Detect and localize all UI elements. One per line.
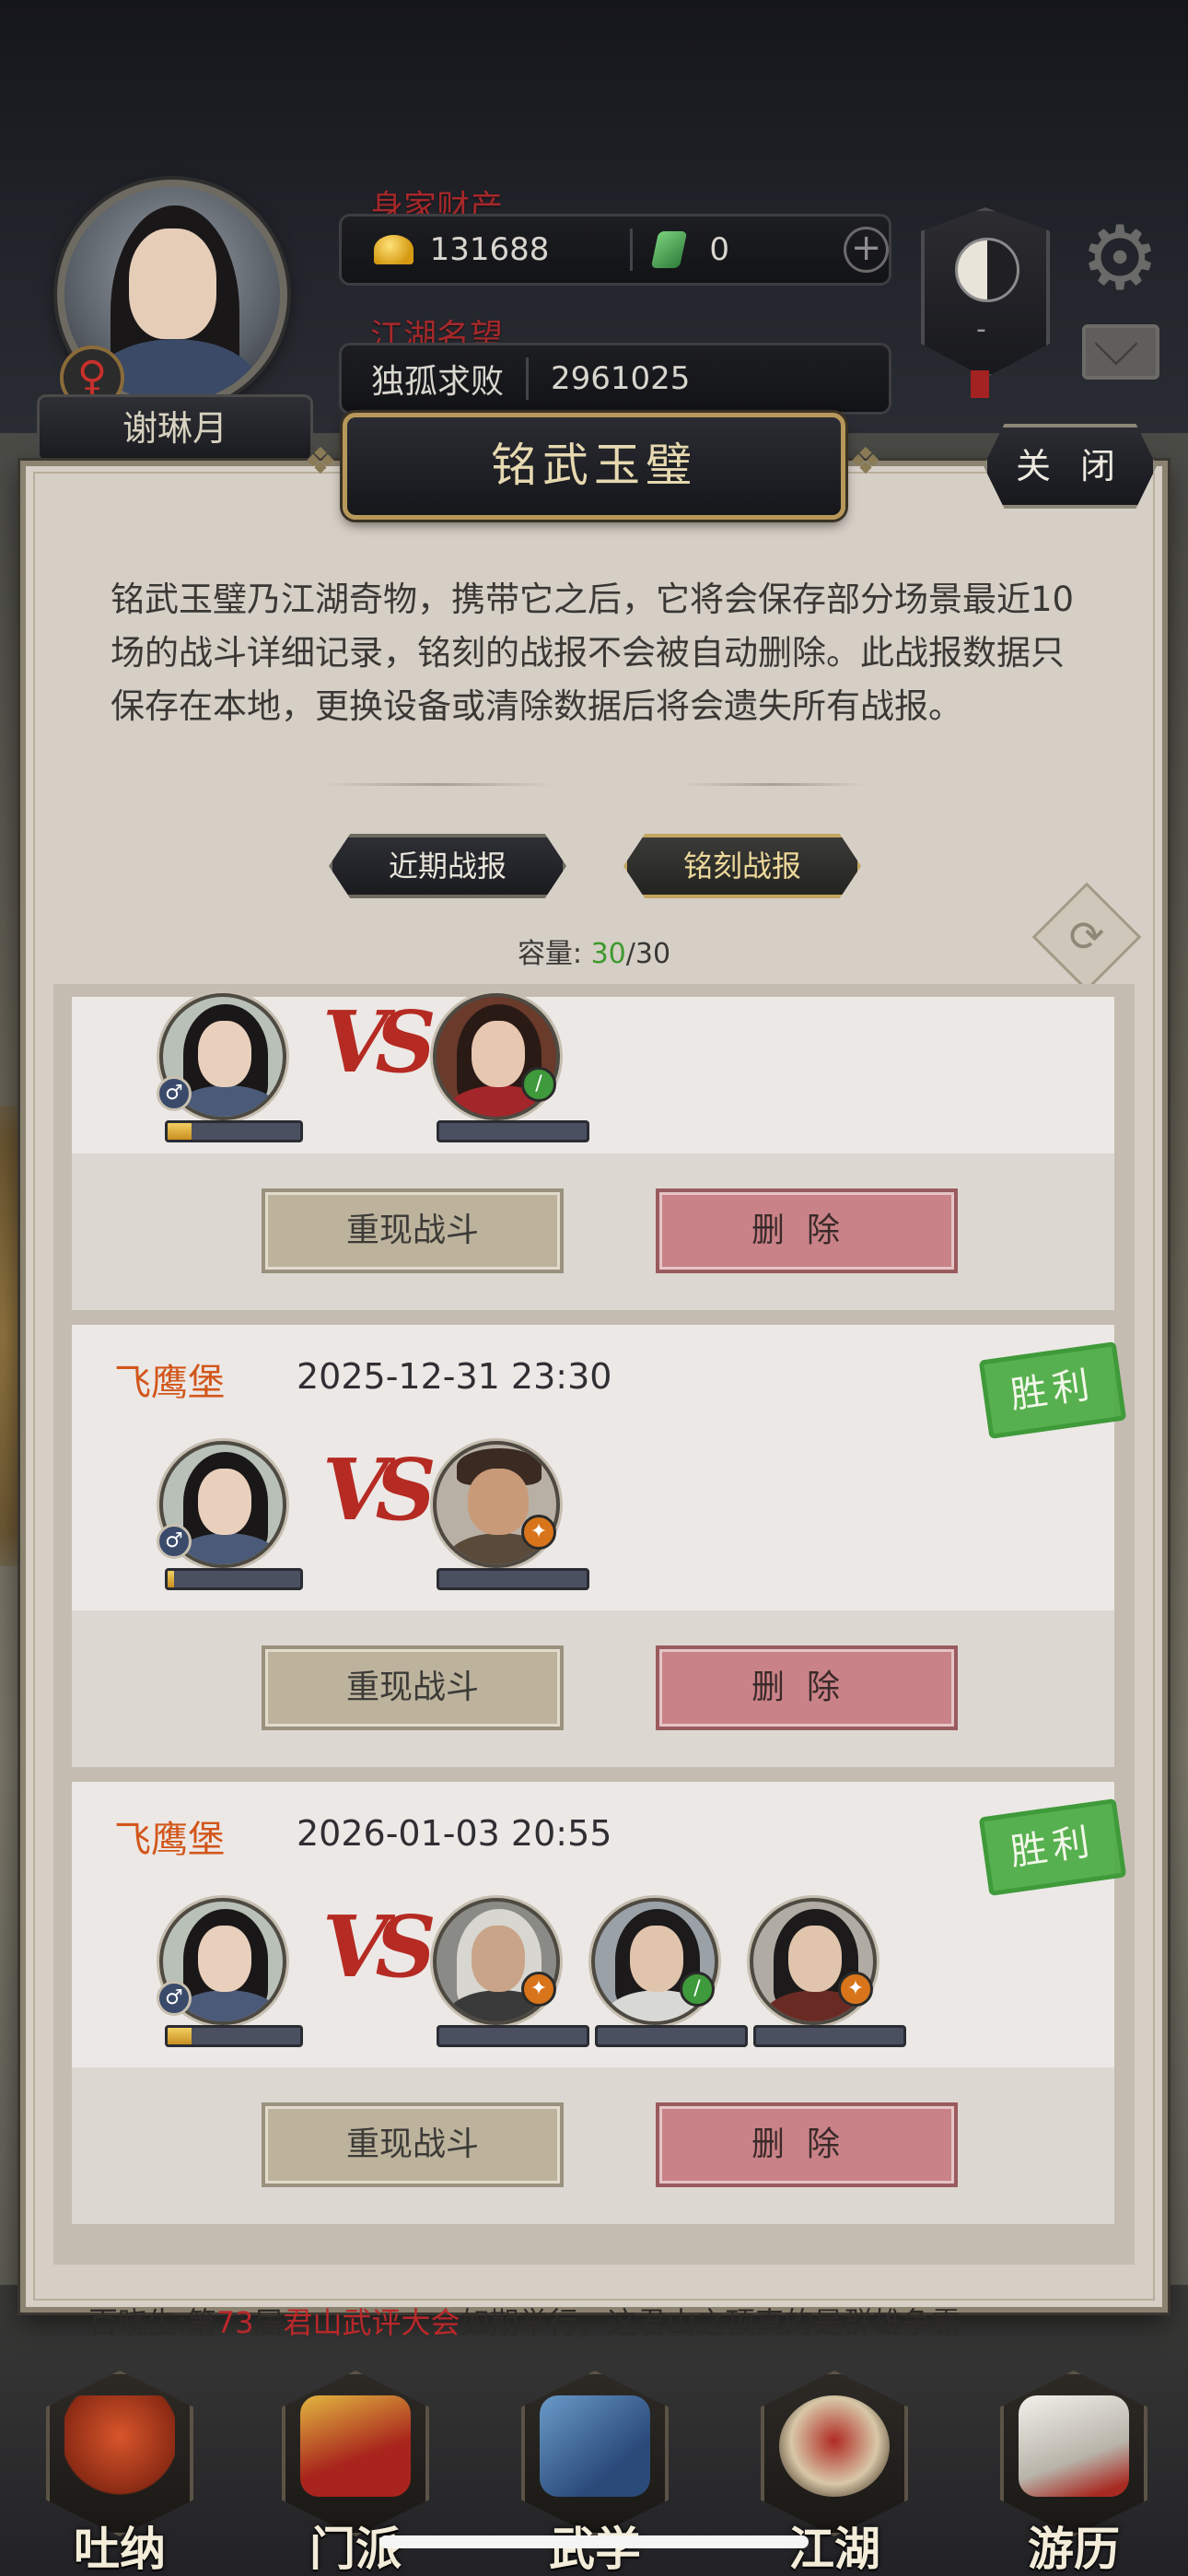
hp-fill xyxy=(168,1123,192,1140)
opponent-hp-bar xyxy=(437,2025,589,2047)
male-icon: ♂ xyxy=(157,1076,192,1111)
record-actions: 重现战斗 删除 xyxy=(72,1610,1114,1767)
record-actions: 重现战斗 删除 xyxy=(72,2067,1114,2224)
hp-fill xyxy=(168,1571,175,1587)
news-ticker: 百晓生:第73届君山武评大会如期举行，这君山之顶真的是群雄争霸 xyxy=(88,2300,1147,2342)
portrait-face xyxy=(630,1926,683,1992)
add-currency-button[interactable]: + xyxy=(844,227,889,273)
record-actions: 重现战斗 删除 xyxy=(72,1153,1114,1310)
sect-rank: - xyxy=(976,313,986,345)
sect-banner-icon xyxy=(300,2395,411,2497)
gold-ingot-icon xyxy=(374,235,413,264)
ticker-suffix: 如期举行，这君山之顶真的是群雄争霸 xyxy=(460,2305,961,2340)
record-header: 飞鹰堡 2026-01-03 20:55 胜利 ♂ VS ✦ / ✦ xyxy=(72,1782,1127,2067)
close-button[interactable]: 关 闭 xyxy=(984,424,1157,509)
portrait-face xyxy=(198,1926,251,1992)
portrait-face xyxy=(472,1021,525,1087)
portrait-face xyxy=(788,1926,842,1992)
player-name: 谢琳月 xyxy=(37,394,313,463)
gear-icon[interactable]: ⚙ xyxy=(1076,214,1164,302)
divider xyxy=(526,357,530,400)
capacity-label: 容量: xyxy=(517,938,583,970)
ticker-number: 73 xyxy=(215,2305,254,2340)
battle-timestamp: 2026-01-03 20:55 xyxy=(297,1813,612,1854)
modal-title: 铭武玉璧 xyxy=(343,413,845,520)
capacity-total: /30 xyxy=(625,938,671,970)
bamboo-hat-icon xyxy=(779,2395,890,2497)
meditation-icon xyxy=(64,2395,175,2497)
opponent-hp-bar xyxy=(753,2025,906,2047)
record-header: 飞鹰堡 2025-12-31 23:30 胜利 ♂ VS ✦ xyxy=(72,1325,1127,1610)
jade-amount: 0 xyxy=(709,231,730,268)
battle-record: ♂ VS / 重现战斗 删除 xyxy=(72,992,1114,1310)
divider-right xyxy=(681,783,866,786)
avatar-face xyxy=(129,228,216,339)
nav-label: 游历 xyxy=(1028,2522,1120,2576)
nav-travel[interactable]: 游历 xyxy=(982,2354,1166,2576)
gold-amount: 131688 xyxy=(429,231,550,268)
scroll-books-icon xyxy=(540,2395,650,2497)
tab-recent-reports[interactable]: 近期战报 xyxy=(329,834,566,898)
battle-record: 飞鹰堡 2026-01-03 20:55 胜利 ♂ VS ✦ / ✦ 重现战斗 … xyxy=(72,1782,1127,2224)
tassel-decoration xyxy=(971,370,989,398)
delete-record-button[interactable]: 删除 xyxy=(656,2102,958,2187)
victory-stamp: 胜利 xyxy=(978,1341,1127,1440)
ticker-mid: 届 xyxy=(253,2305,284,2340)
portrait-face xyxy=(198,1469,251,1535)
refresh-icon: ⟳ xyxy=(1068,911,1105,961)
fame-title: 独孤求败 xyxy=(371,363,505,401)
portrait-face xyxy=(468,1469,529,1535)
capacity-display: 容量: 30/30 xyxy=(488,931,700,971)
sword-badge-icon: / xyxy=(521,1067,556,1102)
nav-meditate[interactable]: 吐纳 xyxy=(28,2354,212,2576)
replay-battle-button[interactable]: 重现战斗 xyxy=(262,1188,564,1273)
ticker-prefix: 百晓生:第 xyxy=(88,2305,216,2340)
replay-battle-button[interactable]: 重现战斗 xyxy=(262,2102,564,2187)
modal-description: 铭武玉璧乃江湖奇物，携带它之后，它将会保存部分场景最近10场的战斗详细记录，铭刻… xyxy=(111,580,1075,726)
male-icon: ♂ xyxy=(157,1981,192,2016)
delete-record-button[interactable]: 删除 xyxy=(656,1188,958,1273)
opponent-hp-bar xyxy=(595,2025,748,2047)
battle-timestamp: 2025-12-31 23:30 xyxy=(297,1356,612,1397)
victory-stamp: 胜利 xyxy=(978,1797,1127,1897)
record-header: ♂ VS / xyxy=(72,992,1114,1153)
white-horse-icon xyxy=(1019,2395,1129,2497)
fame-value: 2961025 xyxy=(551,360,691,397)
battle-report-list[interactable]: ♂ VS / 重现战斗 删除 飞鹰堡 2025-12-31 23:30 胜利 ♂… xyxy=(53,984,1135,2265)
fame-bar: 独孤求败 2961025 xyxy=(339,343,891,415)
portrait-face xyxy=(472,1926,525,1992)
opponent-hp-bar xyxy=(437,1120,589,1142)
sword-badge-icon: / xyxy=(680,1972,715,2007)
taiji-icon xyxy=(955,238,1019,302)
male-icon: ♂ xyxy=(157,1524,192,1559)
jade-icon xyxy=(651,231,688,268)
tab-inscribed-reports[interactable]: 铭刻战报 xyxy=(623,834,861,898)
nav-label: 吐纳 xyxy=(74,2522,166,2576)
divider xyxy=(630,228,634,271)
fist-badge-icon: ✦ xyxy=(838,1972,873,2007)
capacity-current: 30 xyxy=(590,938,626,970)
divider-left xyxy=(322,783,553,786)
wealth-bar: 131688 0 + xyxy=(339,214,891,286)
hp-fill xyxy=(168,2028,192,2044)
vs-icon: VS xyxy=(322,992,437,1092)
home-indicator[interactable] xyxy=(379,2535,809,2548)
replay-battle-button[interactable]: 重现战斗 xyxy=(262,1645,564,1730)
mail-icon[interactable] xyxy=(1082,324,1159,380)
vs-icon: VS xyxy=(322,1440,437,1540)
battle-location: 飞鹰堡 xyxy=(114,1362,225,1404)
battle-record: 飞鹰堡 2025-12-31 23:30 胜利 ♂ VS ✦ 重现战斗 删除 xyxy=(72,1325,1127,1767)
fist-badge-icon: ✦ xyxy=(521,1515,556,1550)
player-hp-bar xyxy=(165,1568,303,1590)
ornament-right-icon: ❖ xyxy=(849,440,882,483)
opponent-hp-bar xyxy=(437,1568,589,1590)
portrait-face xyxy=(198,1021,251,1087)
player-hp-bar xyxy=(165,1120,303,1142)
ticker-event: 君山武评大会 xyxy=(283,2305,460,2340)
player-hp-bar xyxy=(165,2025,303,2047)
battle-location: 飞鹰堡 xyxy=(114,1819,225,1861)
delete-record-button[interactable]: 删除 xyxy=(656,1645,958,1730)
vs-icon: VS xyxy=(322,1897,437,1996)
fist-badge-icon: ✦ xyxy=(521,1972,556,2007)
